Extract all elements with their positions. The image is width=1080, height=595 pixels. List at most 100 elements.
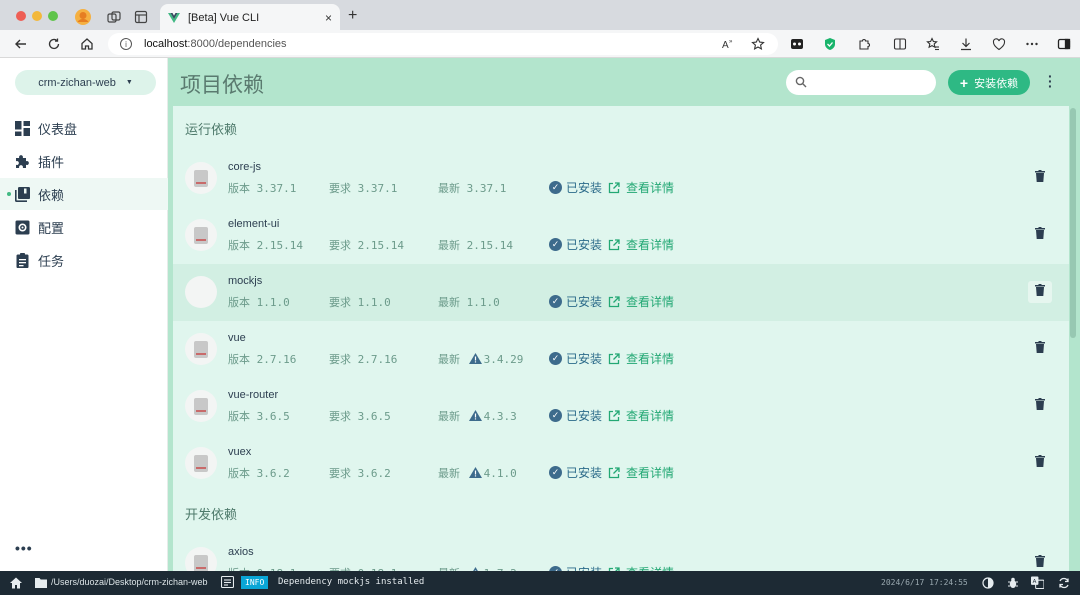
dependency-row[interactable]: vue 版本 2.7.16 要求 2.7.16 最新 3.4.29 ✓ 已安装 查看详情 [173,321,1069,378]
extension-devtools-icon[interactable] [789,36,805,52]
extension-shield-icon[interactable] [822,36,838,52]
browser-tab[interactable]: [Beta] Vue CLI × [160,4,340,32]
scrollbar-thumb[interactable] [1070,108,1076,338]
trash-icon [1035,284,1045,296]
back-arrow-icon[interactable] [12,35,30,53]
read-aloud-icon[interactable]: A» [720,36,736,52]
sidebar-toggle-icon[interactable] [1056,36,1072,52]
tab-close-icon[interactable]: × [325,11,332,25]
search-icon [795,76,807,88]
sidebar-item-dependencies[interactable]: 依赖 [0,178,168,210]
dependency-row[interactable]: mockjs 版本 1.1.0 要求 1.1.0 最新 1.1.0 ✓ 已安装 查看详情 [173,264,1069,321]
view-details-link[interactable]: 查看详情 [608,236,674,253]
delete-dependency-button[interactable] [1034,397,1046,411]
check-circle-icon: ✓ [549,352,562,365]
dependency-wanted: 要求 3.6.5 [329,410,391,423]
maximize-window-button[interactable] [48,11,58,21]
view-details-link[interactable]: 查看详情 [608,179,674,196]
split-screen-icon[interactable] [892,36,908,52]
view-details-link[interactable]: 查看详情 [608,350,674,367]
dependency-row[interactable]: vue-router 版本 3.6.5 要求 3.6.5 最新 4.3.3 ✓ 已安装 查看… [173,378,1069,435]
warning-icon [468,410,482,421]
svg-text:A: A [1033,579,1037,585]
delete-dependency-button[interactable] [1034,340,1046,354]
sidebar-item-label: 配置 [38,220,65,236]
favorite-star-icon[interactable] [750,36,766,52]
section-title-runtime: 运行依赖 [185,122,238,137]
more-options-icon[interactable]: ••• [15,540,33,556]
project-selector[interactable]: crm-zichan-web ▼ [15,70,156,95]
dependency-name: vue [228,332,246,344]
svg-text:A: A [722,40,729,51]
puzzle-icon [15,154,30,169]
status-message[interactable]: Dependency mockjs installed [278,577,424,587]
project-path[interactable]: /Users/duozai/Desktop/crm-zichan-web [51,577,208,587]
workspaces-icon[interactable] [105,8,123,26]
home-icon[interactable] [9,576,23,590]
installed-status: ✓已安装 [549,293,602,310]
delete-dependency-button[interactable] [1034,169,1046,183]
more-menu-icon[interactable] [1024,36,1040,52]
delete-dependency-button[interactable] [1034,283,1046,297]
new-tab-button[interactable]: + [348,7,357,25]
view-details-link[interactable]: 查看详情 [608,293,674,310]
package-icon [185,333,217,365]
dependency-latest: 最新 3.37.1 [438,182,507,195]
view-details-link[interactable]: 查看详情 [608,464,674,481]
view-details-link[interactable]: 查看详情 [608,564,674,571]
dependency-version: 版本 3.6.5 [228,410,290,423]
install-dependency-button[interactable]: + 安装依赖 [948,70,1030,95]
dependency-wanted: 要求 2.15.14 [329,239,404,252]
dependency-version: 版本 2.7.16 [228,353,297,366]
sidebar-item-configuration[interactable]: 配置 [0,211,168,243]
url-field[interactable]: i localhost:8000/dependencies [108,33,778,55]
dependency-name: vuex [228,446,252,458]
dependency-row[interactable]: element-ui 版本 2.15.14 要求 2.15.14 最新 2.15.14… [173,207,1069,264]
translate-icon[interactable]: A [1031,576,1044,589]
dependency-name: axios [228,546,254,558]
check-circle-icon: ✓ [549,295,562,308]
refresh-icon[interactable] [45,35,63,53]
profile-avatar-icon[interactable] [74,8,92,26]
site-info-icon[interactable]: i [120,38,132,50]
vue-logo-icon [168,13,180,23]
view-details-link[interactable]: 查看详情 [608,407,674,424]
dependency-name: element-ui [228,218,280,230]
section-title-dev: 开发依赖 [185,507,238,522]
trash-icon [1035,555,1045,567]
delete-dependency-button[interactable] [1034,454,1046,468]
folder-icon[interactable] [35,577,47,588]
installed-status: ✓已安装 [549,407,602,424]
dependency-row[interactable]: core-js 版本 3.37.1 要求 3.37.1 最新 3.37.1 ✓ 已安装 查看… [173,150,1069,207]
downloads-icon[interactable] [958,36,974,52]
dependency-row[interactable]: vuex 版本 3.6.2 要求 3.6.2 最新 4.1.0 ✓ 已安装 查看详情 [173,435,1069,492]
settings-icon [15,220,30,235]
sidebar-item-tasks[interactable]: 任务 [0,244,168,276]
delete-dependency-button[interactable] [1034,226,1046,240]
open-external-icon [608,238,620,250]
home-icon[interactable] [78,35,96,53]
bug-report-icon[interactable] [1006,576,1019,589]
sidebar-item-dashboard[interactable]: 仪表盘 [0,112,168,144]
tab-actions-icon[interactable] [132,8,150,26]
search-input[interactable] [786,70,936,95]
dependency-wanted: 要求 2.7.16 [329,353,398,366]
dependency-row[interactable]: axios版本 0.18.1要求 0.18.1最新 1.7.2✓已安装查看详情 [173,535,1069,571]
more-vertical-icon[interactable]: · · · [1048,69,1053,93]
status-time: 2024/6/17 17:24:55 [881,578,968,587]
theme-toggle-icon[interactable] [981,576,994,589]
minimize-window-button[interactable] [32,11,42,21]
sidebar-item-plugins[interactable]: 插件 [0,145,168,177]
close-window-button[interactable] [16,11,26,21]
sidebar: crm-zichan-web ▼ 仪表盘 插件 依赖 配置 任务 ••• [0,58,168,571]
installed-status: ✓已安装 [549,179,602,196]
installed-status: ✓已安装 [549,350,602,367]
scrollbar[interactable] [1070,108,1076,568]
favorites-icon[interactable] [925,36,941,52]
extensions-puzzle-icon[interactable] [856,36,872,52]
dashboard-icon [15,120,30,136]
refresh-icon[interactable] [1057,576,1070,589]
console-log-icon[interactable] [221,576,234,588]
performance-icon[interactable] [991,36,1007,52]
delete-dependency-button[interactable] [1034,554,1046,568]
